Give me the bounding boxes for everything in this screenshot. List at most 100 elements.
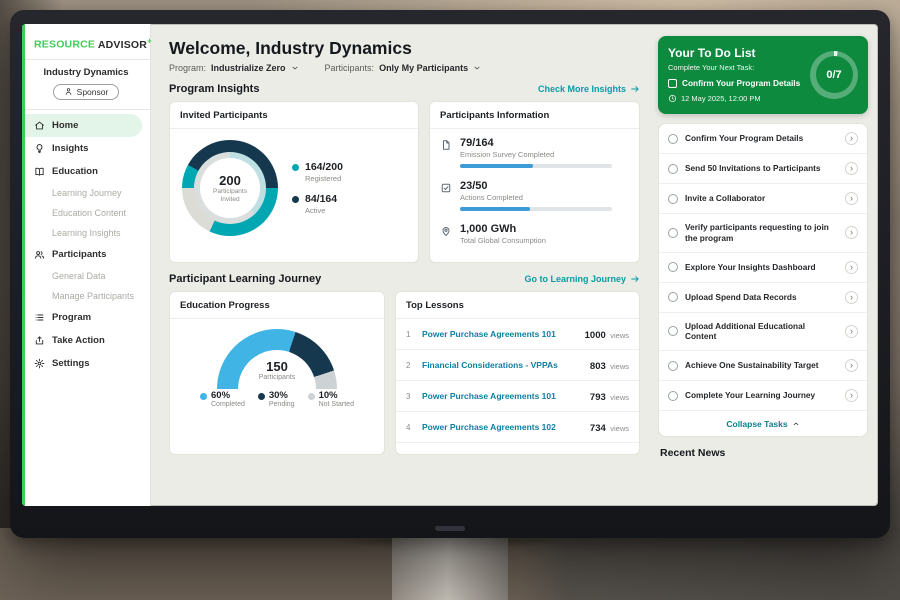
stat-label: Actions Completed: [460, 193, 612, 202]
task-row[interactable]: Send 50 Invitations to Participants ›: [659, 154, 867, 184]
chevron-right-icon[interactable]: ›: [845, 359, 858, 372]
card-title: Education Progress: [170, 292, 384, 319]
education-progress-card: Education Progress 150 Participants: [169, 291, 385, 455]
task-row[interactable]: Explore Your Insights Dashboard ›: [659, 253, 867, 283]
program-filter[interactable]: Program: Industrialize Zero: [169, 63, 299, 73]
chevron-right-icon[interactable]: ›: [845, 162, 858, 175]
legend-label: Pending: [269, 401, 295, 408]
page-title: Welcome, Industry Dynamics: [169, 38, 640, 59]
donut-legend: 164/200 Registered 84/164 Active: [292, 161, 343, 215]
lesson-rank: 5: [406, 454, 414, 456]
legend-value: 164/200: [305, 161, 343, 173]
lesson-link[interactable]: Power Purchase Agreements 101: [422, 391, 582, 401]
sidebar-item-label: Home: [52, 120, 78, 131]
task-checkbox[interactable]: [668, 361, 678, 371]
list-icon: [34, 312, 45, 323]
sidebar-item-participants[interactable]: Participants: [22, 243, 150, 266]
task-checkbox[interactable]: [668, 228, 678, 238]
lesson-rank: 3: [406, 392, 414, 401]
task-checkbox[interactable]: [668, 326, 678, 336]
lesson-link[interactable]: Power Purchase Agreements 103: [422, 453, 582, 455]
chevron-right-icon[interactable]: ›: [845, 261, 858, 274]
chevron-right-icon[interactable]: ›: [845, 192, 858, 205]
filter-value: Only My Participants: [379, 63, 468, 73]
sidebar-item-learning-insights[interactable]: Learning Insights: [22, 223, 150, 243]
task-row[interactable]: Verify participants requesting to join t…: [659, 214, 867, 253]
task-checkbox[interactable]: [668, 134, 678, 144]
todo-summary-card: Your To Do List Complete Your Next Task:…: [658, 36, 868, 114]
stat-row: 79/164 Emission Survey Completed: [430, 129, 639, 172]
sidebar-item-label: Insights: [52, 143, 88, 154]
lesson-views: 803 views: [590, 356, 629, 374]
sidebar-item-insights[interactable]: Insights: [22, 137, 150, 160]
task-row[interactable]: Achieve One Sustainability Target ›: [659, 351, 867, 381]
lesson-rank: 4: [406, 423, 414, 432]
arrow-right-icon: [630, 84, 640, 94]
sidebar-item-home[interactable]: Home: [22, 114, 142, 137]
sidebar-item-take-action[interactable]: Take Action: [22, 329, 150, 352]
lesson-link[interactable]: Power Purchase Agreements 102: [422, 422, 582, 432]
chevron-right-icon[interactable]: ›: [845, 291, 858, 304]
sidebar-item-program[interactable]: Program: [22, 306, 150, 329]
sidebar: RESOURCE ADVISOR+ Industry Dynamics Spon…: [22, 24, 151, 506]
task-label: Invite a Collaborator: [685, 193, 838, 204]
check-more-insights-link[interactable]: Check More Insights: [538, 84, 640, 94]
legend-item: 60% Completed: [200, 390, 245, 408]
section-title: Participant Learning Journey: [169, 273, 321, 285]
clock-icon: [668, 94, 677, 103]
lesson-row: 2 Financial Considerations - VPPAs 803 v…: [396, 350, 639, 381]
location-pin-icon: [440, 225, 452, 237]
top-lessons-card: Top Lessons 1 Power Purchase Agreements …: [395, 291, 640, 455]
chevron-right-icon[interactable]: ›: [845, 325, 858, 338]
legend-dot: [200, 393, 207, 400]
sidebar-item-manage-participants[interactable]: Manage Participants: [22, 286, 150, 306]
next-task: Confirm Your Program Details: [668, 78, 804, 88]
chevron-up-icon: [792, 420, 800, 428]
lesson-rank: 1: [406, 330, 414, 339]
sidebar-item-label: Manage Participants: [52, 291, 134, 301]
task-checkbox[interactable]: [668, 262, 678, 272]
collapse-tasks-link[interactable]: Collapse Tasks: [659, 411, 867, 436]
sidebar-item-label: Participants: [52, 249, 106, 260]
task-checkbox[interactable]: [668, 194, 678, 204]
sidebar-item-settings[interactable]: Settings: [22, 352, 150, 375]
task-checkbox[interactable]: [668, 79, 677, 88]
sidebar-item-learning-journey[interactable]: Learning Journey: [22, 183, 150, 203]
home-icon: [34, 120, 45, 131]
participants-filter[interactable]: Participants: Only My Participants: [325, 63, 482, 73]
upload-icon: [34, 335, 45, 346]
lesson-views: 1000 views: [585, 325, 629, 343]
stat-value: 23/50: [460, 180, 612, 192]
stat-label: Total Global Consumption: [460, 236, 546, 245]
chevron-down-icon: [473, 64, 481, 72]
task-checkbox[interactable]: [668, 391, 678, 401]
app-logo: RESOURCE ADVISOR+: [22, 32, 150, 57]
lesson-link[interactable]: Financial Considerations - VPPAs: [422, 360, 582, 370]
chevron-right-icon[interactable]: ›: [845, 132, 858, 145]
task-row[interactable]: Invite a Collaborator ›: [659, 184, 867, 214]
chevron-right-icon[interactable]: ›: [845, 226, 858, 239]
donut-center: 200 Participants Invited: [200, 158, 260, 218]
lesson-link[interactable]: Power Purchase Agreements 101: [422, 329, 577, 339]
go-to-learning-journey-link[interactable]: Go to Learning Journey: [524, 274, 640, 284]
task-row[interactable]: Complete Your Learning Journey ›: [659, 381, 867, 411]
sidebar-item-education-content[interactable]: Education Content: [22, 203, 150, 223]
task-label: Send 50 Invitations to Participants: [685, 163, 838, 174]
sidebar-item-general-data[interactable]: General Data: [22, 266, 150, 286]
monitor-stand: [392, 538, 508, 600]
program-insights-header: Program Insights Check More Insights: [169, 83, 640, 95]
task-row[interactable]: Upload Spend Data Records ›: [659, 283, 867, 313]
stat-label: Emission Survey Completed: [460, 150, 612, 159]
task-checkbox[interactable]: [668, 164, 678, 174]
task-row[interactable]: Upload Additional Educational Content ›: [659, 313, 867, 352]
task-checkbox[interactable]: [668, 292, 678, 302]
sidebar-item-label: Take Action: [52, 335, 105, 346]
chevron-right-icon[interactable]: ›: [845, 389, 858, 402]
sidebar-item-education[interactable]: Education: [22, 160, 150, 183]
todo-progress-value: 0/7: [826, 69, 841, 81]
sponsor-badge[interactable]: Sponsor: [53, 84, 120, 100]
task-row[interactable]: Confirm Your Program Details ›: [659, 124, 867, 154]
stat-row: 23/50 Actions Completed: [430, 172, 639, 215]
task-label: Upload Spend Data Records: [685, 292, 838, 303]
learning-journey-header: Participant Learning Journey Go to Learn…: [169, 273, 640, 285]
